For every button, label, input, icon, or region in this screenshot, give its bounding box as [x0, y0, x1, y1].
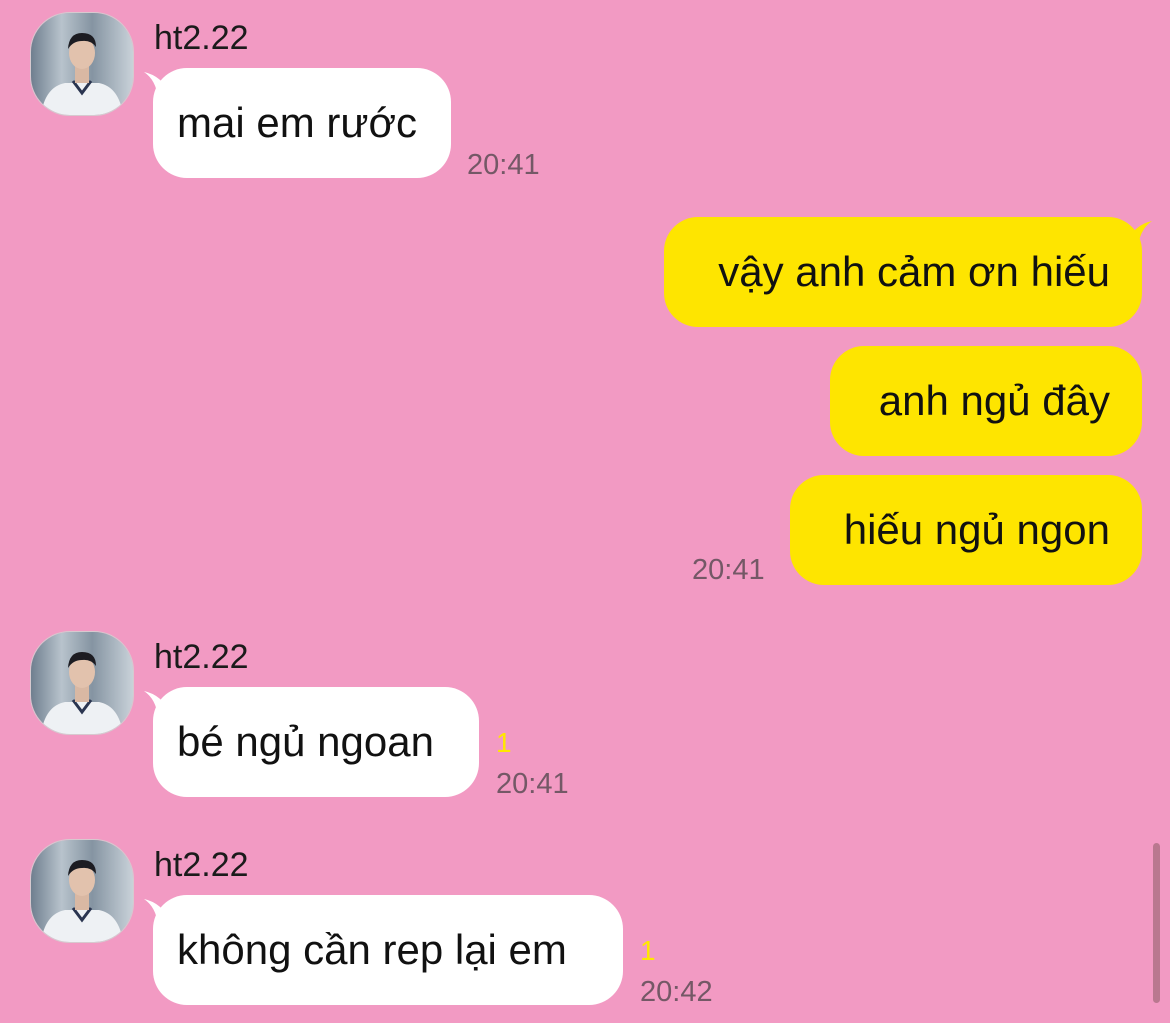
message-timestamp: 20:41	[692, 554, 765, 586]
sender-name: ht2.22	[154, 846, 249, 884]
sender-avatar[interactable]	[30, 839, 134, 943]
message-timestamp: 20:41	[467, 149, 540, 181]
message-bubble[interactable]: hiếu ngủ ngon	[790, 475, 1142, 585]
message-bubble[interactable]: mai em rước	[153, 68, 451, 178]
scrollbar-thumb[interactable]	[1153, 843, 1160, 1003]
sender-avatar[interactable]	[30, 631, 134, 735]
sender-avatar[interactable]	[30, 12, 134, 116]
message-bubble[interactable]: vậy anh cảm ơn hiếu	[664, 217, 1142, 327]
message-bubble[interactable]: bé ngủ ngoan	[153, 687, 479, 797]
message-timestamp: 20:41	[496, 768, 569, 800]
chat-message-list[interactable]: ht2.22 mai em rước 20:41 vậy anh cảm ơn …	[0, 0, 1170, 1023]
avatar-photo-icon	[31, 13, 133, 115]
avatar-photo-icon	[31, 632, 133, 734]
message-bubble[interactable]: không cần rep lại em	[153, 895, 623, 1005]
message-bubble[interactable]: anh ngủ đây	[830, 346, 1142, 456]
unread-count: 1	[640, 935, 656, 966]
sender-name: ht2.22	[154, 19, 249, 57]
avatar-photo-icon	[31, 840, 133, 942]
sender-name: ht2.22	[154, 638, 249, 676]
unread-count: 1	[496, 727, 512, 758]
message-timestamp: 20:42	[640, 976, 713, 1008]
